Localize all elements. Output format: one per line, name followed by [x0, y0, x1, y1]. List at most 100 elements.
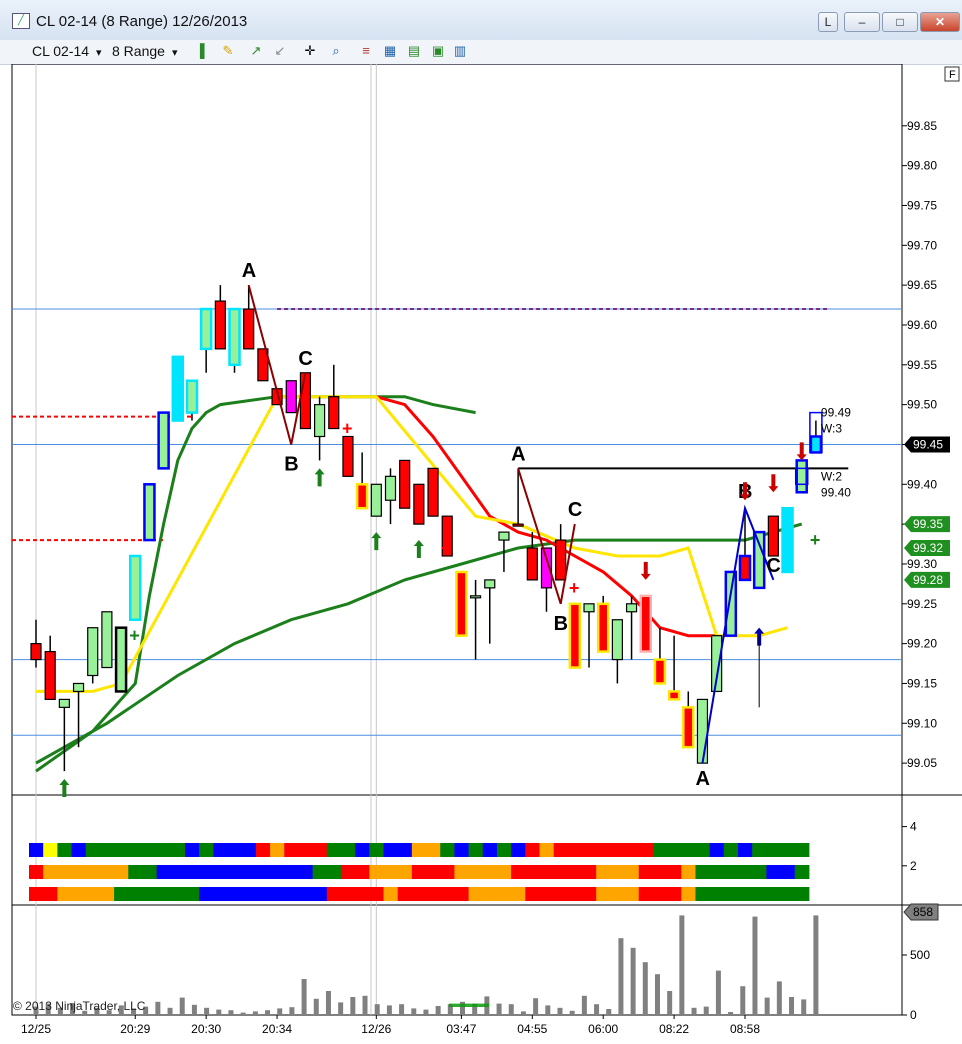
volume-bar — [216, 1009, 222, 1015]
trend-cell — [199, 865, 214, 879]
candle-body — [30, 643, 42, 661]
abc-point-label: B — [284, 453, 298, 475]
time-tick-label: 08:58 — [730, 1022, 760, 1036]
trend-cell — [29, 865, 44, 879]
price-tick-label: 99.75 — [907, 198, 937, 212]
indicators-icon[interactable]: ▦ — [382, 43, 398, 59]
trend-cell — [114, 843, 129, 857]
trend-cell — [199, 887, 214, 901]
volume-bar — [728, 1012, 734, 1015]
trend-cell — [85, 865, 101, 879]
abc-point-label: C — [298, 348, 312, 370]
moving-average-line — [35, 395, 476, 773]
trend-cell — [511, 843, 526, 857]
volume-bar — [423, 1009, 429, 1015]
price-badge-label: 99.35 — [913, 517, 943, 531]
interval-selector[interactable]: 8 Range — [112, 43, 165, 59]
chart-trader-icon[interactable]: ▤ — [406, 43, 422, 59]
volume-bar — [654, 974, 660, 1015]
abc-point-label: C — [568, 499, 582, 521]
trend-cell — [326, 865, 342, 879]
trend-cell — [610, 887, 626, 901]
trend-cell — [780, 865, 796, 879]
trend-cell — [525, 865, 540, 879]
trend-cell — [298, 843, 314, 857]
trend-cell — [411, 865, 427, 879]
volume-bar — [776, 981, 782, 1015]
trend-cell — [709, 865, 725, 879]
trend-cell — [255, 865, 271, 879]
close-button[interactable]: ✕ — [920, 12, 960, 32]
trend-cell — [213, 865, 229, 879]
data-box-icon[interactable]: ▣ — [430, 43, 446, 59]
trend-cell — [397, 843, 413, 857]
trend-cell — [454, 887, 470, 901]
volume-bar — [618, 938, 624, 1015]
price-tick-label: 99.60 — [907, 318, 937, 332]
trend-cell — [312, 865, 328, 879]
volume-bar — [204, 1007, 210, 1015]
trend-cell — [369, 865, 384, 879]
trend-cell — [752, 887, 767, 901]
price-tick-label: 99.65 — [907, 278, 937, 292]
bar-style-icon[interactable]: ▐ — [192, 43, 208, 59]
properties-icon[interactable]: ▥ — [452, 43, 468, 59]
abc-point-label: C — [766, 555, 780, 577]
candle-body — [58, 698, 70, 708]
chart-app-icon: ╱ — [12, 13, 30, 29]
minimize-button[interactable]: – — [844, 12, 880, 32]
trend-cell — [496, 843, 512, 857]
trend-cell — [468, 887, 484, 901]
instrument-selector[interactable]: CL 02-14 — [32, 43, 89, 59]
price-badge-label: 99.32 — [913, 541, 943, 555]
trend-cell — [227, 843, 243, 857]
plus-signal-icon: + — [441, 538, 452, 558]
price-annotation: W:2 — [821, 469, 842, 483]
price-tick-label: 99.40 — [907, 477, 937, 491]
trend-cell — [340, 865, 356, 879]
volume-bar — [813, 915, 819, 1015]
time-tick-label: 12/26 — [361, 1022, 391, 1036]
candle-body — [328, 396, 340, 430]
interval-dropdown-icon[interactable]: ▾ — [172, 46, 178, 59]
price-tick-label: 99.30 — [907, 557, 937, 571]
strategies-icon[interactable]: ≡ — [358, 43, 374, 59]
trend-cell — [652, 843, 668, 857]
trend-cell — [794, 887, 810, 901]
trend-cell — [610, 843, 626, 857]
down-arrow-signal-icon — [768, 474, 779, 493]
chart-area[interactable]: F 99.05 99.10 99.15 99.20 99.25 99.30 99.35 99.4… — [0, 64, 962, 1044]
copyright-notice: © 2013 NinjaTrader, LLC — [13, 999, 146, 1013]
trend-cell — [383, 843, 399, 857]
trend-cell — [511, 865, 526, 879]
trend-cell — [482, 865, 498, 879]
candle-body — [484, 579, 496, 589]
trend-cell — [85, 887, 101, 901]
time-tick-label: 04:55 — [517, 1022, 547, 1036]
trend-cell — [355, 865, 370, 879]
magnifier-icon[interactable]: ⌕ — [328, 43, 344, 59]
price-badge-label: 99.28 — [913, 573, 943, 587]
time-tick-label: 06:00 — [588, 1022, 618, 1036]
volume-bar — [533, 998, 539, 1015]
candle-body — [399, 459, 411, 509]
trend-cell — [482, 843, 498, 857]
layout-button[interactable]: L — [818, 12, 838, 32]
pencil-icon[interactable]: ✎ — [220, 43, 236, 59]
candle-body — [355, 483, 369, 510]
zoom-in-icon[interactable]: ↗ — [248, 43, 264, 59]
candle-body — [44, 650, 56, 700]
crosshair-icon[interactable]: ✛ — [302, 43, 318, 59]
volume-bar — [350, 997, 356, 1015]
maximize-button[interactable]: □ — [882, 12, 918, 32]
candle-body — [512, 523, 524, 527]
trend-cell — [397, 887, 413, 901]
trend-cell — [582, 843, 597, 857]
trend-cell — [369, 843, 384, 857]
trend-cell — [652, 865, 668, 879]
instrument-dropdown-icon[interactable]: ▾ — [96, 46, 102, 59]
trend-cell — [723, 843, 739, 857]
trend-cell — [213, 887, 229, 901]
zoom-out-icon[interactable]: ↙ — [272, 43, 288, 59]
trend-cell — [43, 865, 58, 879]
